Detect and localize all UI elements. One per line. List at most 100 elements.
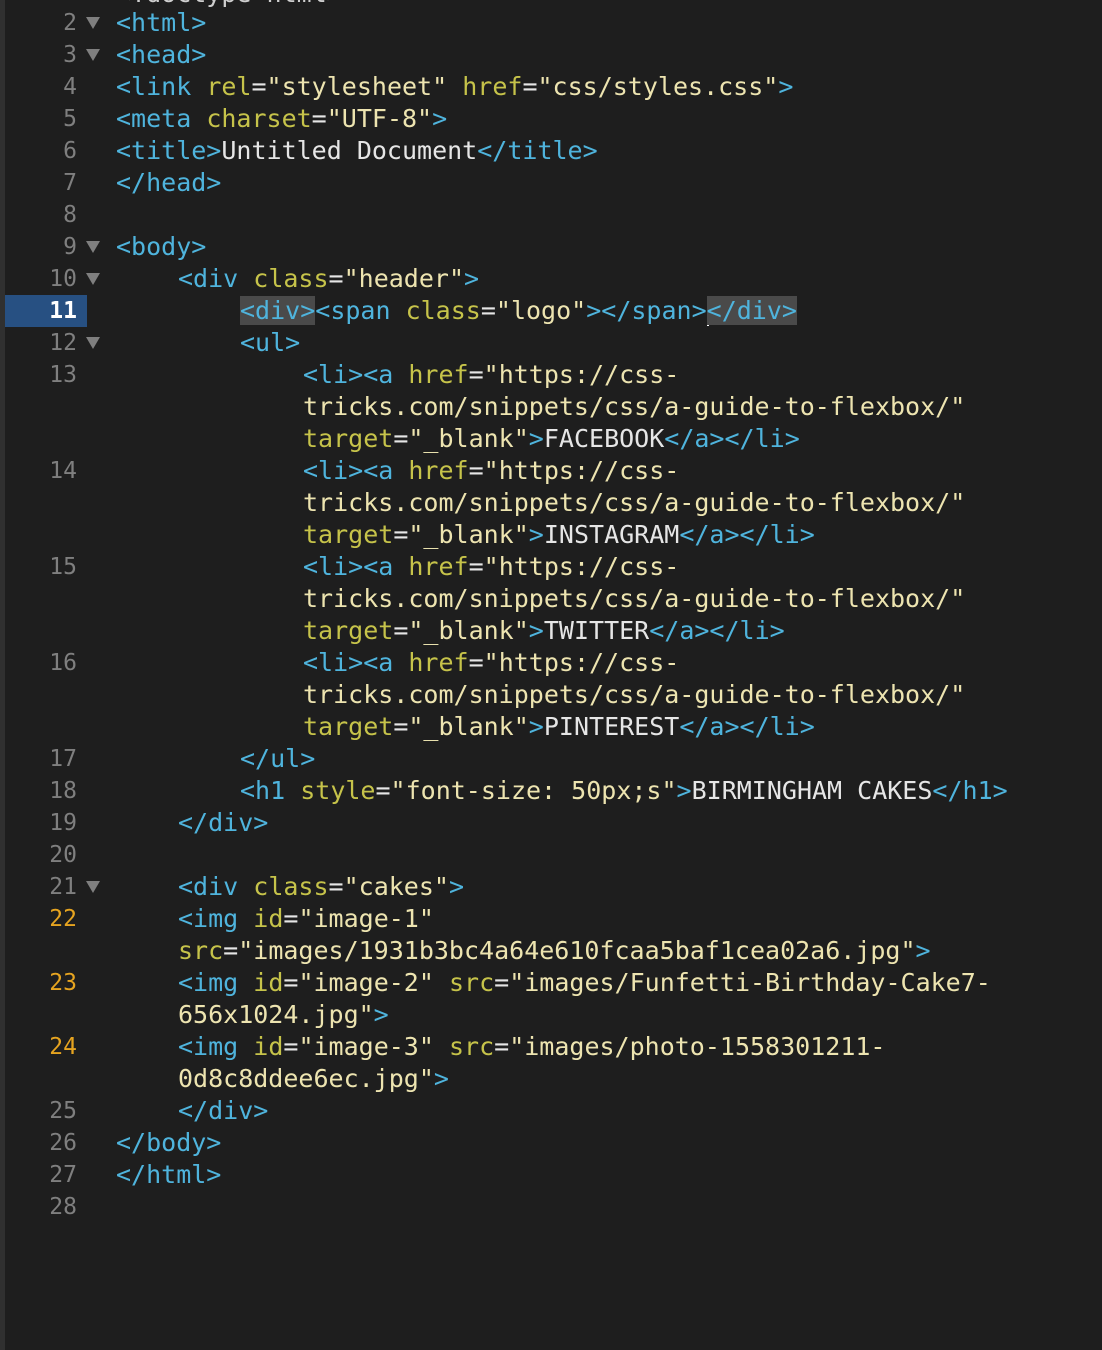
line-number: 10 bbox=[49, 266, 77, 292]
code-line-10[interactable]: 10 <div class="header"> bbox=[0, 263, 1102, 295]
code-line-7[interactable]: 7 </head> bbox=[0, 167, 1102, 199]
code-text: </head> bbox=[116, 168, 222, 197]
line-number: 27 bbox=[49, 1162, 77, 1188]
fold-arrow-icon[interactable] bbox=[86, 337, 100, 349]
line-number-modified: 22 bbox=[49, 906, 77, 932]
code-line-25[interactable]: 25 </div> bbox=[0, 1095, 1102, 1127]
code-text: <ul> bbox=[240, 328, 301, 357]
code-text: <img id="image-3" src="images/photo-1558… bbox=[178, 1032, 886, 1061]
code-line-18[interactable]: 18 <h1 style="font-size: 50px;s">BIRMING… bbox=[0, 775, 1102, 807]
line-number: 21 bbox=[49, 874, 77, 900]
line-number-modified: 23 bbox=[49, 970, 77, 996]
fold-arrow-icon[interactable] bbox=[86, 17, 100, 29]
code-line-15-wrap[interactable]: target="_blank">TWITTER</a></li> bbox=[0, 615, 1102, 647]
line-number: 26 bbox=[49, 1130, 77, 1156]
code-line-4[interactable]: 4 <link rel="stylesheet" href="css/style… bbox=[0, 71, 1102, 103]
code-line-27[interactable]: 27 </html> bbox=[0, 1159, 1102, 1191]
code-text: <link rel="stylesheet" href="css/styles.… bbox=[116, 72, 794, 101]
fold-arrow-icon[interactable] bbox=[86, 273, 100, 285]
matched-open-tag: <div> bbox=[240, 296, 316, 325]
code-line-12[interactable]: 12 <ul> bbox=[0, 327, 1102, 359]
line-number-modified: 24 bbox=[49, 1034, 77, 1060]
code-text: <img id="image-1" bbox=[178, 904, 434, 933]
code-text: target="_blank">INSTAGRAM</a></li> bbox=[303, 520, 815, 549]
line-number: 8 bbox=[63, 202, 77, 228]
code-text: <meta charset="UTF-8"> bbox=[116, 104, 448, 133]
code-text: </div> bbox=[178, 808, 269, 837]
line-number: 25 bbox=[49, 1098, 77, 1124]
code-line-2[interactable]: 2 <html> bbox=[0, 7, 1102, 39]
code-line-22[interactable]: 22 <img id="image-1" bbox=[0, 903, 1102, 935]
code-text: </body> bbox=[116, 1128, 222, 1157]
code-line-13-wrap[interactable]: tricks.com/snippets/css/a-guide-to-flexb… bbox=[0, 391, 1102, 423]
line-number: 13 bbox=[49, 362, 77, 388]
code-text: tricks.com/snippets/css/a-guide-to-flexb… bbox=[303, 488, 966, 517]
code-line-11-active[interactable]: 11 <div><span class="logo"></span></div> bbox=[0, 295, 1102, 327]
code-line-15-wrap[interactable]: tricks.com/snippets/css/a-guide-to-flexb… bbox=[0, 583, 1102, 615]
line-number: 14 bbox=[49, 458, 77, 484]
code-text: tricks.com/snippets/css/a-guide-to-flexb… bbox=[303, 584, 966, 613]
code-line-19[interactable]: 19 </div> bbox=[0, 807, 1102, 839]
line-number: 15 bbox=[49, 554, 77, 580]
line-number: 12 bbox=[49, 330, 77, 356]
code-line-13-wrap[interactable]: target="_blank">FACEBOOK</a></li> bbox=[0, 423, 1102, 455]
code-line-17[interactable]: 17 </ul> bbox=[0, 743, 1102, 775]
code-line-13[interactable]: 13 <li><a href="https://css- bbox=[0, 359, 1102, 391]
line-number: 16 bbox=[49, 650, 77, 676]
line-number: 7 bbox=[63, 170, 77, 196]
code-line-24[interactable]: 24 <img id="image-3" src="images/photo-1… bbox=[0, 1031, 1102, 1063]
code-line-6[interactable]: 6 <title>Untitled Document</title> bbox=[0, 135, 1102, 167]
code-text: <body> bbox=[116, 232, 207, 261]
code-text: target="_blank">PINTEREST</a></li> bbox=[303, 712, 815, 741]
code-line-3[interactable]: 3 <head> bbox=[0, 39, 1102, 71]
matched-close-tag: </div> bbox=[706, 296, 797, 325]
fold-arrow-icon[interactable] bbox=[86, 881, 100, 893]
line-number: 9 bbox=[63, 234, 77, 260]
code-text: target="_blank">FACEBOOK</a></li> bbox=[303, 424, 800, 453]
line-number: 20 bbox=[49, 842, 77, 868]
code-line-14[interactable]: 14 <li><a href="https://css- bbox=[0, 455, 1102, 487]
code-line-15[interactable]: 15 <li><a href="https://css- bbox=[0, 551, 1102, 583]
code-line-22-wrap[interactable]: src="images/1931b3bc4a64e610fcaa5baf1cea… bbox=[0, 935, 1102, 967]
code-line-21[interactable]: 21 <div class="cakes"> bbox=[0, 871, 1102, 903]
line-number: 2 bbox=[63, 10, 77, 36]
line-number: 28 bbox=[49, 1194, 77, 1220]
code-text: <div class="header"> bbox=[178, 264, 480, 293]
code-line-14-wrap[interactable]: tricks.com/snippets/css/a-guide-to-flexb… bbox=[0, 487, 1102, 519]
code-line-28[interactable]: 28 bbox=[0, 1191, 1102, 1223]
line-number: 19 bbox=[49, 810, 77, 836]
line-number: 5 bbox=[63, 106, 77, 132]
code-text: <li><a href="https://css- bbox=[303, 552, 680, 581]
code-line-26[interactable]: 26 </body> bbox=[0, 1127, 1102, 1159]
code-line-24-wrap[interactable]: 0d8c8ddee6ec.jpg"> bbox=[0, 1063, 1102, 1095]
code-text: </ul> bbox=[240, 744, 316, 773]
code-text: <html> bbox=[116, 8, 207, 37]
code-text: tricks.com/snippets/css/a-guide-to-flexb… bbox=[303, 680, 966, 709]
code-text: </html> bbox=[116, 1160, 222, 1189]
code-text: <div class="cakes"> bbox=[178, 872, 465, 901]
code-text: tricks.com/snippets/css/a-guide-to-flexb… bbox=[303, 392, 966, 421]
code-line-23[interactable]: 23 <img id="image-2" src="images/Funfett… bbox=[0, 967, 1102, 999]
line-number: 4 bbox=[63, 74, 77, 100]
code-text: <li><a href="https://css- bbox=[303, 360, 680, 389]
code-line-16-wrap[interactable]: target="_blank">PINTEREST</a></li> bbox=[0, 711, 1102, 743]
code-line-5[interactable]: 5 <meta charset="UTF-8"> bbox=[0, 103, 1102, 135]
code-text: src="images/1931b3bc4a64e610fcaa5baf1cea… bbox=[178, 936, 931, 965]
code-text: <li><a href="https://css- bbox=[303, 456, 680, 485]
code-line-9[interactable]: 9 <body> bbox=[0, 231, 1102, 263]
code-text: <div><span class="logo"></span></div> bbox=[240, 296, 797, 326]
code-text: </div> bbox=[178, 1096, 269, 1125]
code-line-20[interactable]: 20 bbox=[0, 839, 1102, 871]
code-line-8[interactable]: 8 bbox=[0, 199, 1102, 231]
fold-arrow-icon[interactable] bbox=[86, 241, 100, 253]
code-text: <h1 style="font-size: 50px;s">BIRMINGHAM… bbox=[240, 776, 1008, 805]
code-line-16[interactable]: 16 <li><a href="https://css- bbox=[0, 647, 1102, 679]
active-line-number: 11 bbox=[5, 295, 87, 327]
code-text: 656x1024.jpg"> bbox=[178, 1000, 389, 1029]
fold-arrow-icon[interactable] bbox=[86, 49, 100, 61]
code-line-16-wrap[interactable]: tricks.com/snippets/css/a-guide-to-flexb… bbox=[0, 679, 1102, 711]
code-line-14-wrap[interactable]: target="_blank">INSTAGRAM</a></li> bbox=[0, 519, 1102, 551]
code-editor[interactable]: <!doctype html> 2 <html> 3 <head> 4 <lin… bbox=[0, 0, 1102, 1350]
code-line-23-wrap[interactable]: 656x1024.jpg"> bbox=[0, 999, 1102, 1031]
line-number: 6 bbox=[63, 138, 77, 164]
